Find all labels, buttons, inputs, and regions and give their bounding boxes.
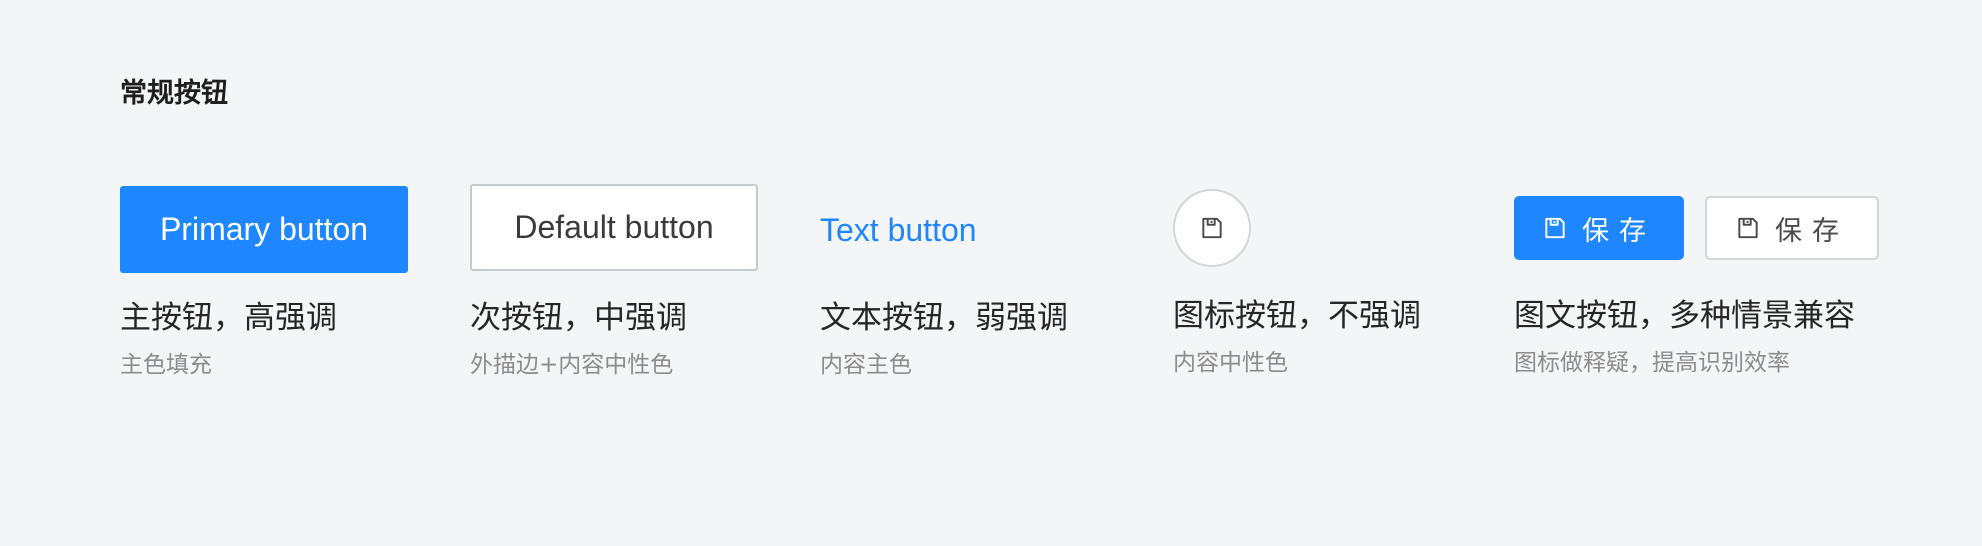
text-button-label: Text button [820, 211, 977, 248]
default-button-description: 外描边+内容中性色 [470, 352, 674, 378]
primary-button[interactable]: Primary button [120, 186, 408, 273]
text-button-caption: 文本按钮，弱强调 [820, 300, 1068, 336]
primary-button-caption: 主按钮，高强调 [120, 300, 337, 336]
save-icon [1735, 215, 1761, 241]
save-primary-button[interactable]: 保存 [1514, 196, 1684, 260]
save-default-button-label: 保存 [1775, 215, 1849, 247]
text-button-description: 内容主色 [820, 352, 912, 378]
primary-button-description: 主色填充 [120, 352, 212, 378]
icon-button-caption: 图标按钮，不强调 [1173, 298, 1421, 334]
section-title: 常规按钮 [120, 78, 228, 109]
icon-text-button-description: 图标做释疑，提高识别效率 [1514, 350, 1790, 376]
save-icon [1199, 215, 1225, 241]
save-primary-button-label: 保存 [1582, 215, 1656, 247]
default-button-caption: 次按钮，中强调 [470, 300, 687, 336]
text-button[interactable]: Text button [820, 204, 1020, 256]
default-button-label: Default button [514, 209, 714, 245]
icon-button-description: 内容中性色 [1173, 350, 1288, 376]
icon-save-button[interactable] [1173, 189, 1251, 267]
save-default-button[interactable]: 保存 [1705, 196, 1879, 260]
icon-text-button-caption: 图文按钮，多种情景兼容 [1514, 298, 1855, 334]
default-button[interactable]: Default button [470, 184, 758, 271]
save-icon [1542, 215, 1568, 241]
primary-button-label: Primary button [159, 211, 369, 247]
